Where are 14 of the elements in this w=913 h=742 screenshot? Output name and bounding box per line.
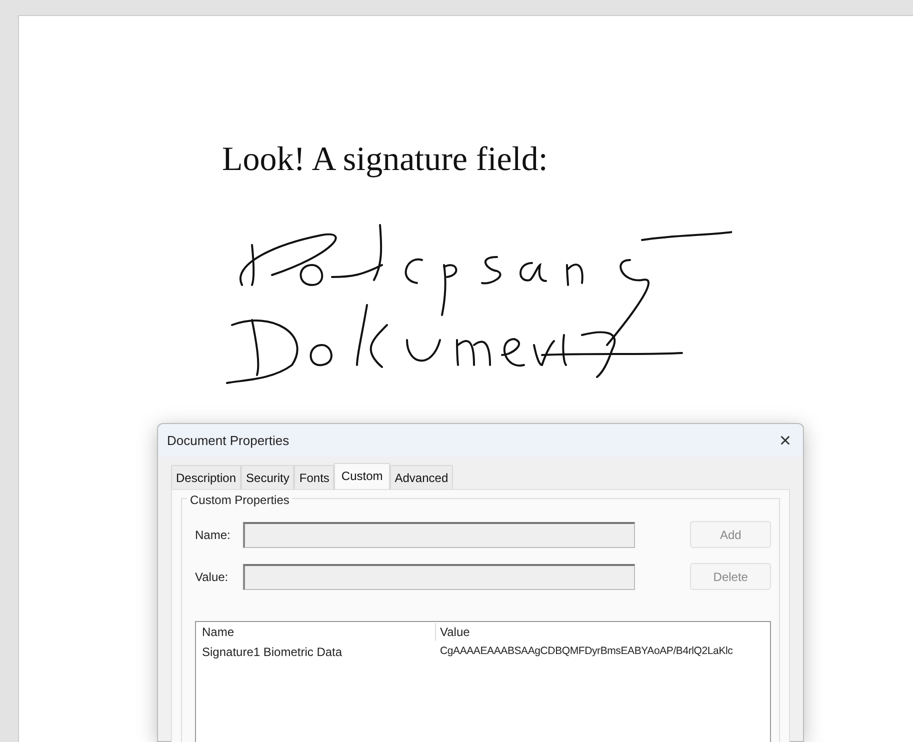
column-header[interactable]: Name bbox=[202, 623, 435, 641]
field-label: Value: bbox=[195, 568, 230, 586]
close-button[interactable]: × bbox=[775, 430, 795, 450]
tab[interactable]: Advanced bbox=[390, 465, 454, 489]
list-cell[interactable]: Signature1 Biometric Data bbox=[202, 643, 435, 661]
document-heading: Look! A signature field: bbox=[222, 140, 548, 180]
tab[interactable]: Custom bbox=[334, 463, 390, 489]
tab[interactable]: Description bbox=[171, 465, 242, 489]
column-header[interactable]: Value bbox=[435, 623, 764, 641]
field-label: Name: bbox=[195, 526, 232, 544]
window-title: Document Properties bbox=[167, 432, 290, 450]
tab[interactable]: Fonts bbox=[294, 465, 334, 489]
list-cell[interactable]: CgAAAAEAAABSAAgCDBQMFDyrBmsEABYAoAP/B4rlQ2LaKlc bbox=[435, 644, 764, 660]
tab[interactable]: Security bbox=[241, 465, 294, 489]
